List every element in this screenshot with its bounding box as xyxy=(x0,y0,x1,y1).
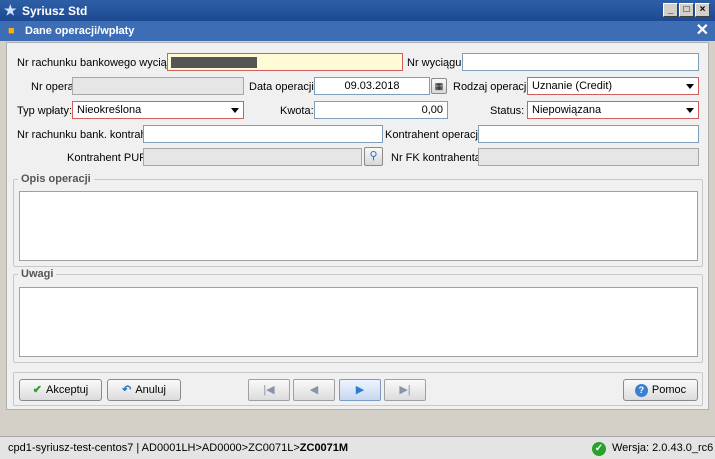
help-icon: ? xyxy=(634,384,648,397)
help-button[interactable]: ? Pomoc xyxy=(623,379,698,401)
data-operacji-input[interactable]: 09.03.2018 xyxy=(314,77,430,95)
kontrahent-operacji-input[interactable] xyxy=(478,125,699,143)
version-label: Wersja: 2.0.43.0_rc6 xyxy=(612,442,714,454)
kwota-label: Kwota: xyxy=(280,105,314,117)
chevron-down-icon xyxy=(686,84,694,89)
cancel-button[interactable]: ↶ Anuluj xyxy=(107,379,181,401)
nr-rachunku-label: Nr rachunku bankowego wyciągu: xyxy=(17,57,183,69)
search-icon[interactable]: ⚲ xyxy=(364,147,383,166)
typ-wplaty-select[interactable]: Nieokreślona xyxy=(72,101,244,119)
nr-fk-label: Nr FK kontrahenta: xyxy=(391,152,484,164)
opis-title: Opis operacji xyxy=(18,173,94,185)
uwagi-textarea[interactable] xyxy=(19,287,698,357)
nav-prev-button[interactable]: ◀ xyxy=(293,379,335,401)
minimize-button[interactable]: _ xyxy=(663,3,678,17)
accept-label: Akceptuj xyxy=(46,384,89,396)
nav-next-button[interactable]: ▶ xyxy=(339,379,381,401)
window-titlebar: ★ Syriusz Std _ □ × xyxy=(0,0,715,21)
undo-icon: ↶ xyxy=(122,384,132,396)
typ-wplaty-value: Nieokreślona xyxy=(77,104,142,116)
nr-operacji-input xyxy=(72,77,244,95)
blank-strip xyxy=(0,412,715,434)
status-value: Niepowiązana xyxy=(532,104,602,116)
nav-last-button[interactable]: ▶| xyxy=(384,379,426,401)
dialog-titlebar: ■ Dane operacji/wpłaty ✕ xyxy=(0,21,715,41)
ok-icon: ✓ xyxy=(592,442,606,456)
nr-wyciagu-input[interactable] xyxy=(462,53,699,71)
dialog-title: Dane operacji/wpłaty xyxy=(25,25,135,37)
document-icon: ■ xyxy=(8,25,15,37)
status-bar: cpd1-syriusz-test-centos7 | AD0001LH>AD0… xyxy=(0,436,715,459)
status-path-current: ZC0071M xyxy=(299,442,349,454)
kontrahent-pup-input xyxy=(143,148,362,166)
masked-value xyxy=(171,57,257,68)
maximize-button[interactable]: □ xyxy=(679,3,694,17)
kontrahent-operacji-label: Kontrahent operacji: xyxy=(385,129,484,141)
kontrahent-pup-label: Kontrahent PUP: xyxy=(67,152,150,164)
kwota-input[interactable]: 0,00 xyxy=(314,101,448,119)
status-path-prefix: cpd1-syriusz-test-centos7 | AD0001LH>AD0… xyxy=(8,442,300,454)
status-label: Status: xyxy=(490,105,525,117)
typ-wplaty-label: Typ wpłaty: xyxy=(17,105,73,117)
status-path: cpd1-syriusz-test-centos7 | AD0001LH>AD0… xyxy=(8,442,348,454)
accept-button[interactable]: ✔ Akceptuj xyxy=(19,379,102,401)
cancel-label: Anuluj xyxy=(135,384,166,396)
calendar-icon[interactable]: ▦ xyxy=(431,78,447,94)
data-operacji-label: Data operacji: xyxy=(249,81,317,93)
help-label: Pomoc xyxy=(651,384,687,396)
close-dialog-button[interactable]: ✕ xyxy=(696,22,709,39)
nr-wyciagu-label: Nr wyciągu: xyxy=(407,57,465,69)
close-window-button[interactable]: × xyxy=(695,3,710,17)
nr-rachunku-input[interactable] xyxy=(167,53,403,71)
rodzaj-operacji-label: Rodzaj operacji: xyxy=(453,81,532,93)
nav-first-button[interactable]: |◀ xyxy=(248,379,290,401)
nr-rach-kontrah-input[interactable] xyxy=(143,125,383,143)
rodzaj-operacji-select[interactable]: Uznanie (Credit) xyxy=(527,77,699,95)
rodzaj-operacji-value: Uznanie (Credit) xyxy=(532,80,613,92)
check-icon: ✔ xyxy=(32,384,42,396)
uwagi-title: Uwagi xyxy=(18,268,57,280)
window-title: Syriusz Std xyxy=(22,4,88,18)
star-icon: ★ xyxy=(4,2,17,18)
opis-textarea[interactable] xyxy=(19,191,698,261)
chevron-down-icon xyxy=(686,108,694,113)
status-select[interactable]: Niepowiązana xyxy=(527,101,699,119)
chevron-down-icon xyxy=(231,108,239,113)
nr-rach-kontrah-label: Nr rachunku bank. kontrah.: xyxy=(17,129,153,141)
nr-fk-input xyxy=(478,148,699,166)
